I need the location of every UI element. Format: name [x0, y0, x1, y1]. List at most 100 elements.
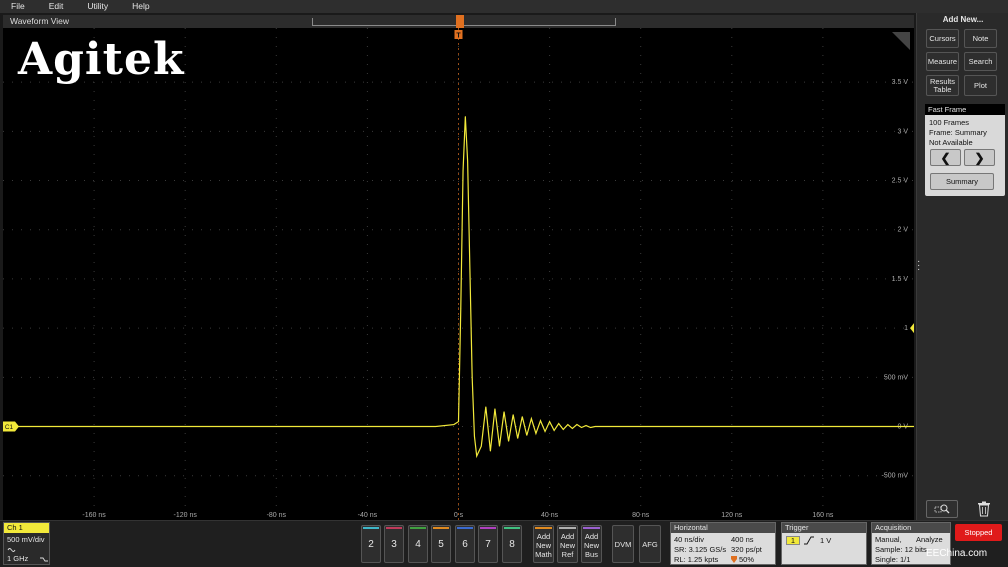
- channel-8-button[interactable]: 8: [502, 525, 522, 563]
- channel-number: 4: [415, 538, 421, 550]
- x-tick-label: -120 ns: [174, 512, 198, 519]
- waveform-graticule: -160 ns -120 ns -80 ns -40 ns 0 s 40 ns 80 ns 1…: [3, 28, 914, 520]
- ch1-label: Ch 1: [4, 523, 49, 533]
- ch1-offset-marker-label: C1: [5, 424, 14, 431]
- y-tick-label: 1: [904, 325, 908, 332]
- y-tick-label: -500 mV: [882, 473, 909, 480]
- results-table-button[interactable]: Results Table: [926, 75, 959, 96]
- zoom-button[interactable]: [926, 500, 958, 518]
- acquisition-analyze: Analyze: [916, 535, 943, 544]
- trace-point: [489, 450, 491, 452]
- trace-point: [469, 268, 471, 270]
- add-button-label: Math: [535, 550, 552, 559]
- acquisition-mode: Manual,: [875, 535, 902, 544]
- trace-point: [567, 424, 569, 425]
- add-color-bar: [535, 527, 552, 529]
- acquisition-title: Acquisition: [872, 523, 950, 533]
- trace-point: [590, 427, 591, 428]
- channel-3-button[interactable]: 3: [384, 525, 404, 563]
- channel-4-button[interactable]: 4: [408, 525, 428, 563]
- trace-point: [521, 416, 523, 418]
- channel-6-button[interactable]: 6: [455, 525, 475, 563]
- agitek-watermark: Agitek: [18, 34, 185, 85]
- trigger-badge[interactable]: Trigger 1 1 V: [781, 522, 867, 565]
- trace-point: [474, 435, 475, 437]
- search-button[interactable]: Search: [964, 52, 997, 71]
- trace-point: [576, 424, 578, 425]
- fast-frame-badge[interactable]: Fast Frame 100 Frames Frame: Summary Not…: [925, 104, 1005, 196]
- trigger-marker-label: T: [456, 33, 461, 40]
- add-button-label: Add: [584, 532, 599, 541]
- coupling-icon: [7, 548, 16, 552]
- add-ref-button[interactable]: Add New Ref: [557, 525, 578, 563]
- y-tick-label: 1.5 V: [892, 276, 909, 283]
- menu-edit[interactable]: Edit: [37, 0, 76, 13]
- trace-point: [476, 455, 478, 457]
- note-button[interactable]: Note: [964, 29, 997, 48]
- delete-button[interactable]: [974, 500, 994, 518]
- x-tick-label: -40 ns: [358, 512, 378, 519]
- dvm-button[interactable]: DVM: [612, 525, 634, 563]
- trace-point: [453, 424, 455, 425]
- acquisition-single: Single: 1/1: [875, 555, 911, 564]
- afg-button[interactable]: AFG: [639, 525, 661, 563]
- channel-number: 7: [485, 538, 491, 550]
- trace-point: [553, 430, 555, 431]
- add-math-button[interactable]: Add New Math: [533, 525, 554, 563]
- sample-rate: SR: 3.125 GS/s: [674, 545, 727, 554]
- trace-point: [508, 440, 510, 442]
- channel-color-bar: [386, 527, 402, 529]
- plot-button[interactable]: Plot: [964, 75, 997, 96]
- prev-frame-button[interactable]: ❮: [930, 149, 961, 166]
- channel-color-bar: [363, 527, 379, 529]
- measure-button[interactable]: Measure: [926, 52, 959, 71]
- panel-resize-handle-icon[interactable]: · · ·: [917, 257, 920, 275]
- channel-7-button[interactable]: 7: [478, 525, 498, 563]
- record-overview-bar[interactable]: [312, 18, 616, 26]
- add-bus-button[interactable]: Add New Bus: [581, 525, 602, 563]
- trace-point: [558, 423, 560, 424]
- x-tick-label: 80 ns: [632, 512, 650, 519]
- summary-button[interactable]: Summary: [930, 173, 994, 190]
- fast-frame-title: Fast Frame: [925, 104, 1005, 115]
- next-frame-button[interactable]: ❯: [964, 149, 995, 166]
- zoom-corner-icon: [892, 32, 910, 50]
- menu-utility[interactable]: Utility: [75, 0, 120, 13]
- y-tick-label: 2.5 V: [892, 178, 909, 185]
- channel-number: 3: [391, 538, 397, 550]
- add-button-label: New: [535, 541, 551, 550]
- cursors-button[interactable]: Cursors: [926, 29, 959, 48]
- channel-color-bar: [457, 527, 473, 529]
- run-stop-status[interactable]: Stopped: [955, 524, 1002, 541]
- channel-number: 5: [438, 538, 444, 550]
- horizontal-scale: 40 ns/div: [674, 535, 705, 544]
- trigger-title: Trigger: [782, 523, 866, 533]
- trace-point: [503, 411, 505, 413]
- ch1-badge[interactable]: Ch 1 500 mV/div 1 GHz: [3, 522, 50, 565]
- menu-file[interactable]: File: [0, 0, 37, 13]
- channel-2-button[interactable]: 2: [361, 525, 381, 563]
- add-button-label: New: [559, 541, 575, 550]
- trace-point: [571, 428, 573, 429]
- x-tick-label: 160 ns: [812, 512, 834, 519]
- trash-icon: [978, 501, 990, 517]
- trigger-level-marker-icon: [910, 323, 914, 334]
- horizontal-badge[interactable]: Horizontal 40 ns/div 400 ns SR: 3.125 GS…: [670, 522, 776, 565]
- acquisition-sample: Sample: 12 bits: [875, 545, 927, 554]
- trace-point: [464, 116, 466, 117]
- trace-point: [530, 418, 532, 420]
- x-tick-label: -80 ns: [267, 512, 287, 519]
- menu-help[interactable]: Help: [120, 0, 161, 13]
- bandwidth-limit-icon: [40, 557, 48, 562]
- trigger-level: 1 V: [820, 536, 832, 545]
- waveform-plot[interactable]: -160 ns -120 ns -80 ns -40 ns 0 s 40 ns 80 ns 1…: [3, 28, 914, 520]
- channel-5-button[interactable]: 5: [431, 525, 451, 563]
- trigger-position-indicator[interactable]: [456, 15, 464, 28]
- trace-point: [485, 406, 487, 408]
- channel-color-bar: [480, 527, 496, 529]
- trace-point: [581, 427, 582, 428]
- add-button-label: Add: [560, 532, 575, 541]
- x-tick-label: -160 ns: [82, 512, 106, 519]
- channel-number: 6: [462, 538, 468, 550]
- trace-point: [471, 376, 473, 378]
